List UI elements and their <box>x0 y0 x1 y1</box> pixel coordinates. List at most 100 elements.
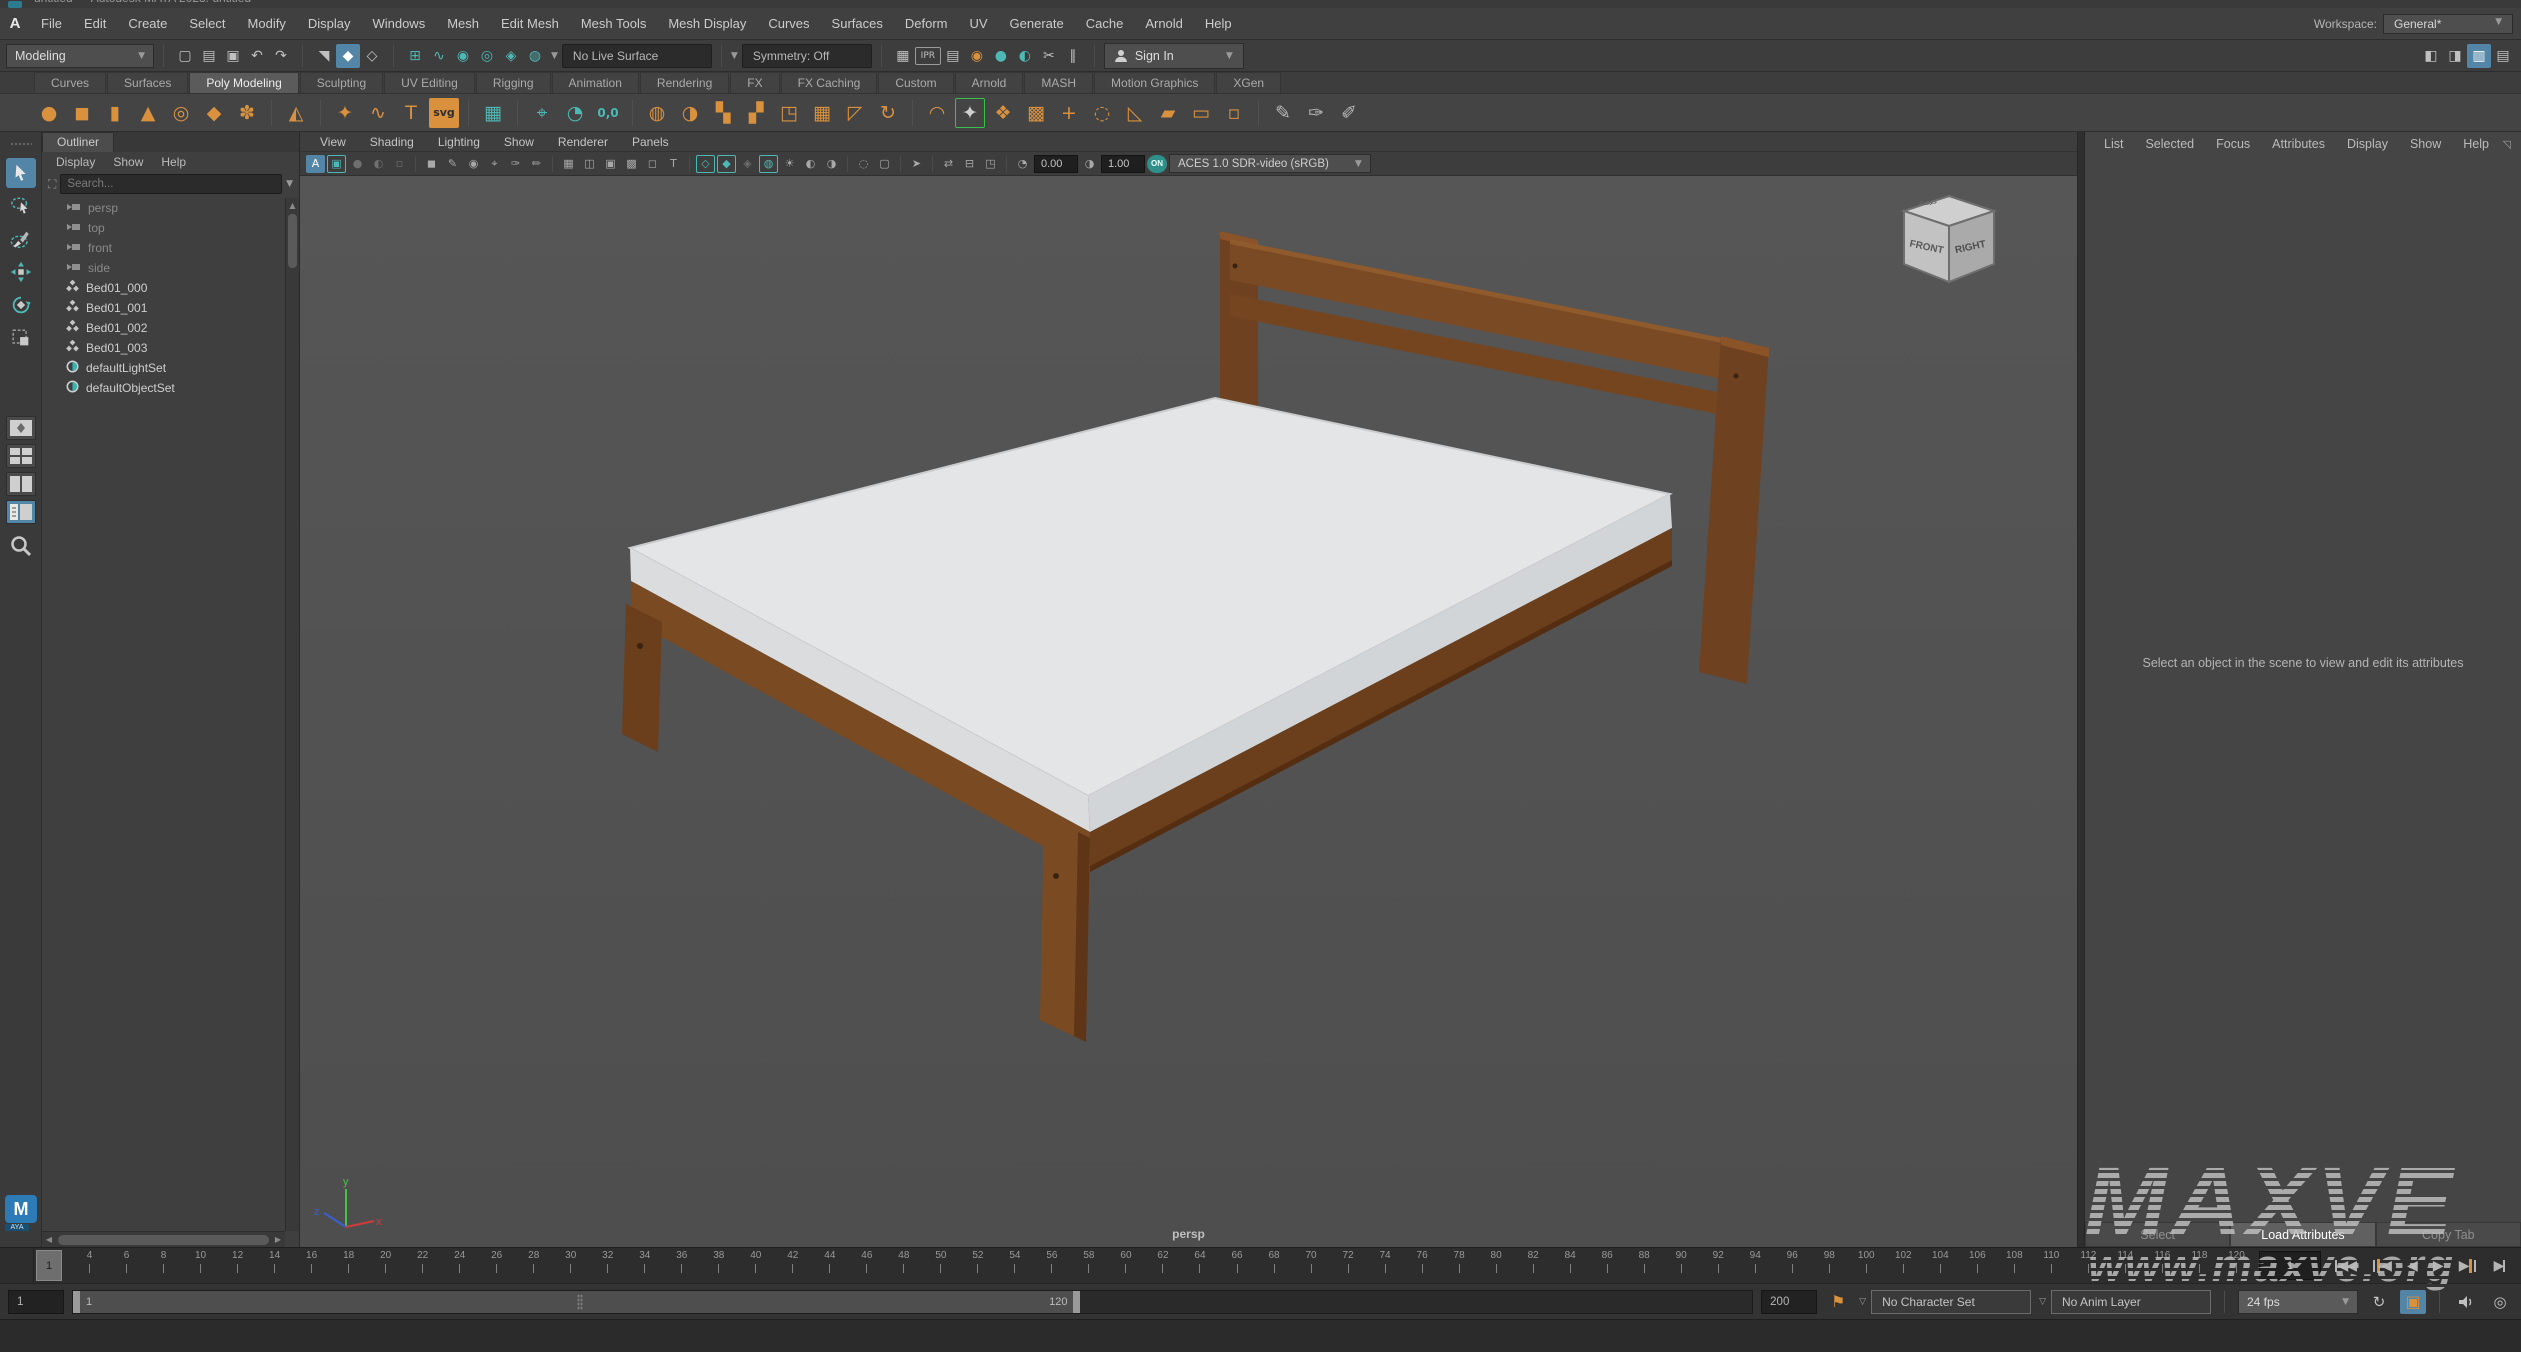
step-back-frame-button[interactable]: ◀ <box>2407 1258 2416 1274</box>
menu-mesh-tools[interactable]: Mesh Tools <box>570 16 658 31</box>
menu-windows[interactable]: Windows <box>361 16 436 31</box>
menu-display[interactable]: Display <box>297 16 362 31</box>
timeline-frame-64[interactable]: 64 <box>1181 1248 1218 1283</box>
timeline-frame-46[interactable]: 46 <box>848 1248 885 1283</box>
poly-plane-icon[interactable]: ◆ <box>199 98 229 128</box>
timeline-frame-62[interactable]: 62 <box>1144 1248 1181 1283</box>
pencil-curve-icon[interactable]: ✐ <box>1334 98 1364 128</box>
timeline-frame-84[interactable]: 84 <box>1552 1248 1589 1283</box>
timeline-frame-22[interactable]: 22 <box>404 1248 441 1283</box>
scroll-right-icon[interactable]: ▶ <box>271 1235 285 1244</box>
film-gate-icon[interactable]: ▦ <box>559 155 578 173</box>
load-attributes-button[interactable]: Load Attributes <box>2230 1222 2375 1247</box>
reset-transform-icon[interactable]: ◔ <box>560 98 590 128</box>
wireframe-icon[interactable]: ◇ <box>696 155 715 173</box>
range-end-handle[interactable] <box>1073 1291 1080 1313</box>
timeline-frame-114[interactable]: 114 <box>2107 1248 2144 1283</box>
timeline-frame-4[interactable]: 4 <box>71 1248 108 1283</box>
timeline-frame-70[interactable]: 70 <box>1293 1248 1330 1283</box>
extract-icon[interactable]: ◳ <box>774 98 804 128</box>
save-scene-icon[interactable]: ▣ <box>221 44 245 68</box>
construction-aim-icon[interactable]: ⌖ <box>527 98 557 128</box>
combine-icon[interactable]: ▚ <box>708 98 738 128</box>
shelf-tab-sculpting[interactable]: Sculpting <box>300 72 383 93</box>
outliner-item-bed01-001[interactable]: Bed01_001 <box>42 298 285 318</box>
move-tool[interactable] <box>6 257 36 287</box>
quadrangulate-icon[interactable]: ▰ <box>1153 98 1183 128</box>
menu-mesh[interactable]: Mesh <box>436 16 490 31</box>
pause-viewport-icon[interactable]: ∥ <box>1061 44 1085 68</box>
safe-action-icon[interactable]: ◻ <box>643 155 662 173</box>
timeline-frame-106[interactable]: 106 <box>1959 1248 1996 1283</box>
range-slider[interactable]: 1 120 <box>72 1290 1753 1314</box>
viewport-cursor-icon[interactable]: ➤ <box>907 155 926 173</box>
timeline-frame-92[interactable]: 92 <box>1700 1248 1737 1283</box>
shadows-icon[interactable]: ◐ <box>801 155 820 173</box>
timeline-frame-44[interactable]: 44 <box>811 1248 848 1283</box>
use-default-material-icon[interactable]: ◍ <box>759 155 778 173</box>
timeline-frame-76[interactable]: 76 <box>1404 1248 1441 1283</box>
shelf-tab-surfaces[interactable]: Surfaces <box>107 72 188 93</box>
timeline-frame-52[interactable]: 52 <box>959 1248 996 1283</box>
pin-icon[interactable]: ✑ <box>506 155 525 173</box>
redo-icon[interactable]: ↷ <box>269 44 293 68</box>
maya-home-icon[interactable]: A <box>0 15 30 32</box>
viewport-menu-panels[interactable]: Panels <box>620 135 681 149</box>
outliner-item-side[interactable]: side <box>42 258 285 278</box>
outliner-menu-display[interactable]: Display <box>48 155 103 169</box>
resolution-gate-icon[interactable]: ◫ <box>580 155 599 173</box>
shelf-tab-xgen[interactable]: XGen <box>1216 72 1281 93</box>
shelf-tab-fx-caching[interactable]: FX Caching <box>781 72 878 93</box>
timeline-frame-112[interactable]: 112 <box>2070 1248 2107 1283</box>
uv-editor-icon[interactable]: ✂ <box>1037 44 1061 68</box>
bevel-icon[interactable]: ◸ <box>840 98 870 128</box>
shelf-tab-animation[interactable]: Animation <box>552 72 639 93</box>
step-forward-key-button[interactable]: ▶ <box>2459 1258 2477 1274</box>
subdivide-icon[interactable]: ❖ <box>988 98 1018 128</box>
shelf-tab-uv-editing[interactable]: UV Editing <box>384 72 475 93</box>
menu-mesh-display[interactable]: Mesh Display <box>657 16 757 31</box>
panel-divider[interactable] <box>2077 132 2085 1247</box>
live-surface-field[interactable]: No Live Surface <box>562 44 712 68</box>
timeline-frame-108[interactable]: 108 <box>1996 1248 2033 1283</box>
render-view-icon[interactable]: ▦ <box>891 44 915 68</box>
menu-cache[interactable]: Cache <box>1075 16 1135 31</box>
snap-to-point-icon[interactable]: ◉ <box>451 44 475 68</box>
menu-select[interactable]: Select <box>178 16 236 31</box>
ae-menu-show[interactable]: Show <box>2399 137 2452 151</box>
timeline-frame-54[interactable]: 54 <box>996 1248 1033 1283</box>
swap-buffers-icon[interactable]: ⇄ <box>939 155 958 173</box>
layer-icon[interactable]: ⊟ <box>960 155 979 173</box>
shelf-tab-rendering[interactable]: Rendering <box>640 72 729 93</box>
animation-preferences-icon[interactable]: ◎ <box>2487 1290 2513 1314</box>
outliner-search-input[interactable] <box>60 174 282 194</box>
channel-box-toggle-icon[interactable]: ▤ <box>2491 44 2515 68</box>
modeling-toolkit-icon[interactable]: ▦ <box>478 98 508 128</box>
outliner-menu-show[interactable]: Show <box>105 155 151 169</box>
paint-select-tool[interactable] <box>6 224 36 254</box>
outliner-item-bed01-000[interactable]: Bed01_000 <box>42 278 285 298</box>
scroll-up-icon[interactable]: ▲ <box>286 198 299 212</box>
timeline-frame-6[interactable]: 6 <box>108 1248 145 1283</box>
select-by-component-icon[interactable]: ◇ <box>360 44 384 68</box>
triangulate-icon[interactable]: ◺ <box>1120 98 1150 128</box>
viewport-menu-lighting[interactable]: Lighting <box>426 135 492 149</box>
scale-tool[interactable] <box>6 323 36 353</box>
timeline-frame-96[interactable]: 96 <box>1774 1248 1811 1283</box>
poly-cylinder-icon[interactable]: ▮ <box>100 98 130 128</box>
snap-to-projected-center-icon[interactable]: ◎ <box>475 44 499 68</box>
gamma-field[interactable]: 1.00 <box>1101 155 1145 173</box>
outliner-item-bed01-002[interactable]: Bed01_002 <box>42 318 285 338</box>
timeline-frame-120[interactable]: 120 <box>2218 1248 2255 1283</box>
workspace-value[interactable]: General*▼ <box>2383 14 2513 34</box>
layout-four-pane[interactable] <box>6 444 36 468</box>
timeline-frame-8[interactable]: 8 <box>145 1248 182 1283</box>
timeline-frame-110[interactable]: 110 <box>2033 1248 2070 1283</box>
undo-icon[interactable]: ↶ <box>245 44 269 68</box>
poly-cube-icon[interactable]: ◼ <box>67 98 97 128</box>
copy-tab-button[interactable]: Copy Tab <box>2376 1222 2521 1247</box>
timeline-frame-18[interactable]: 18 <box>330 1248 367 1283</box>
menu-set-dropdown[interactable]: Modeling▼ <box>6 44 154 68</box>
wireframe-sphere-icon[interactable]: ◌ <box>1087 98 1117 128</box>
isolate-select-icon[interactable]: ▢ <box>875 155 894 173</box>
